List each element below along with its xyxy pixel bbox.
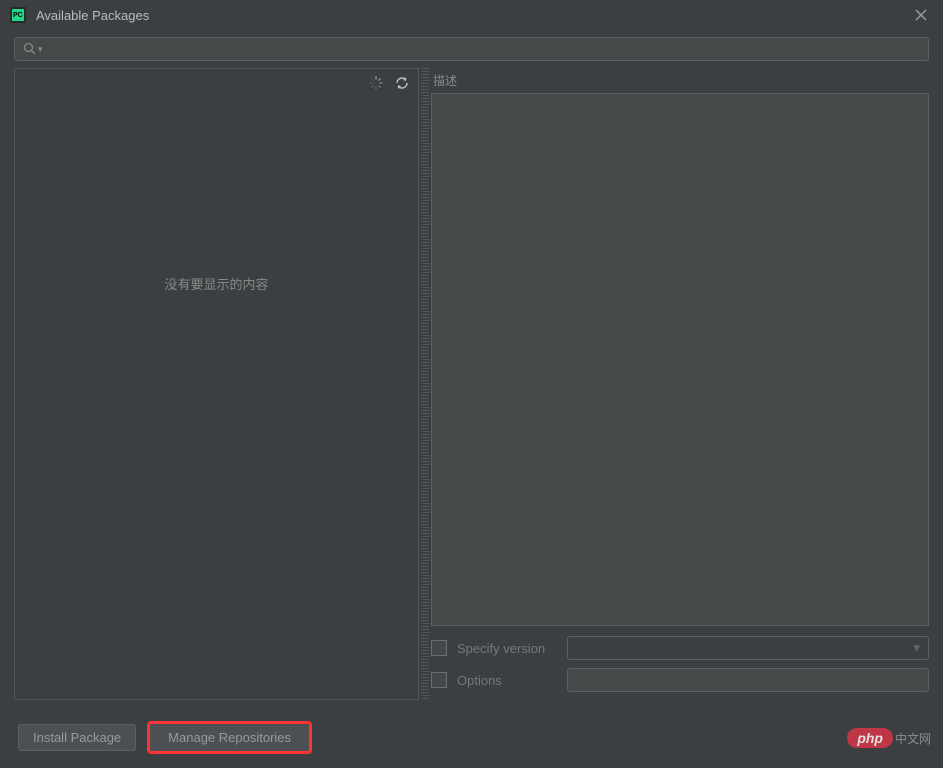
panel-divider[interactable] bbox=[421, 68, 429, 700]
close-button[interactable] bbox=[909, 3, 933, 27]
manage-repositories-button[interactable]: Manage Repositories bbox=[148, 722, 311, 753]
specify-version-row: Specify version ▾ bbox=[431, 636, 929, 660]
dialog-title: Available Packages bbox=[36, 8, 909, 23]
options-label: Options bbox=[457, 673, 557, 688]
description-box bbox=[431, 93, 929, 626]
package-list-panel: 没有要显示的内容 bbox=[14, 68, 419, 700]
empty-list-message: 没有要显示的内容 bbox=[15, 274, 418, 293]
bottom-bar: Install Package Manage Repositories bbox=[0, 707, 943, 768]
search-input[interactable] bbox=[48, 42, 920, 56]
refresh-icon[interactable] bbox=[394, 75, 410, 91]
version-select[interactable]: ▾ bbox=[567, 636, 929, 660]
install-package-button[interactable]: Install Package bbox=[18, 724, 136, 751]
title-bar: PC Available Packages bbox=[0, 0, 943, 30]
chevron-down-icon: ▾ bbox=[913, 640, 920, 656]
app-icon: PC bbox=[10, 7, 26, 23]
options-checkbox[interactable] bbox=[431, 672, 447, 688]
options-input[interactable] bbox=[567, 668, 929, 692]
package-list-toolbar bbox=[15, 69, 418, 97]
search-bar[interactable]: ▾ bbox=[14, 37, 929, 61]
description-label: 描述 bbox=[431, 68, 929, 93]
watermark-text: 中文网 bbox=[895, 730, 931, 747]
specify-version-checkbox[interactable] bbox=[431, 640, 447, 656]
package-details-panel: 描述 Specify version ▾ Options bbox=[431, 68, 929, 700]
watermark: php 中文网 bbox=[847, 728, 931, 748]
specify-version-label: Specify version bbox=[457, 641, 557, 656]
svg-text:PC: PC bbox=[13, 12, 23, 19]
watermark-badge: php bbox=[847, 728, 893, 748]
main-content: 没有要显示的内容 描述 Specify version ▾ Options bbox=[14, 68, 929, 700]
loading-spinner-icon bbox=[368, 75, 384, 91]
search-icon: ▾ bbox=[23, 42, 43, 56]
options-row: Options bbox=[431, 668, 929, 692]
